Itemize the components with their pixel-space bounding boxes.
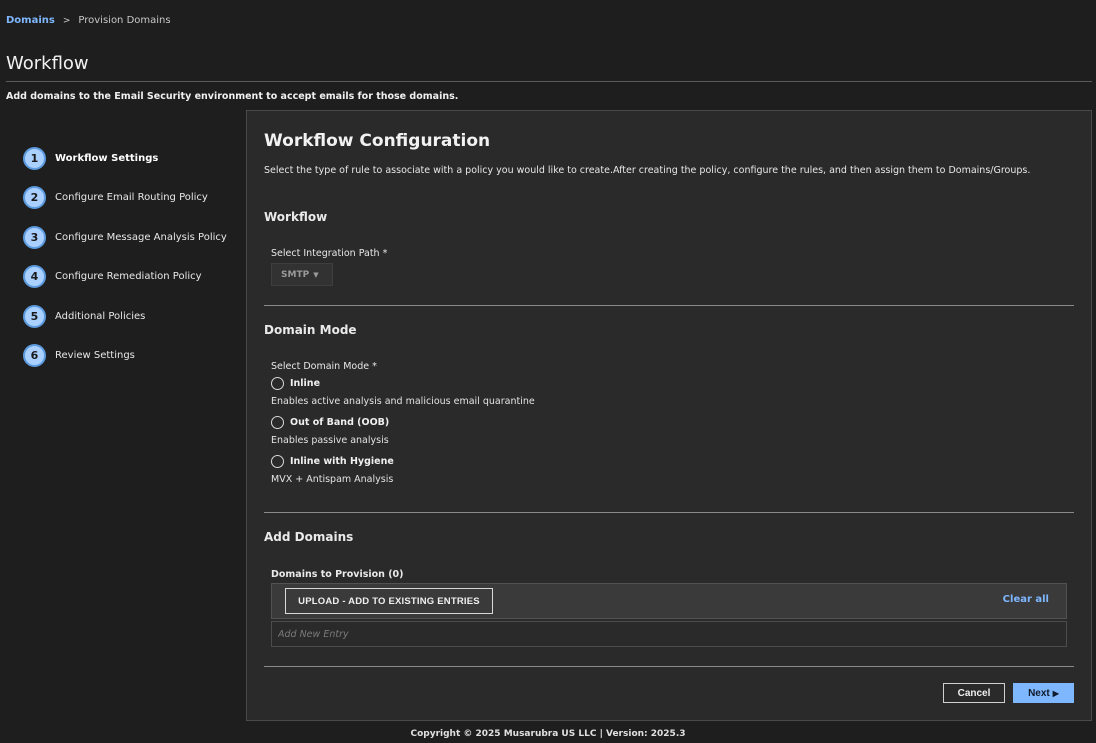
title-divider — [6, 81, 1092, 82]
step-label: Configure Message Analysis Policy — [55, 231, 227, 243]
step-message-analysis[interactable]: 3 Configure Message Analysis Policy — [23, 225, 238, 249]
chevron-right-icon: ▶ — [1052, 688, 1059, 698]
step-number: 1 — [23, 147, 46, 170]
integration-path-value: SMTP — [281, 269, 310, 280]
radio-label-oob[interactable]: Out of Band (OOB) — [290, 417, 389, 428]
chevron-down-icon: ▼ — [313, 270, 319, 279]
step-number: 3 — [23, 225, 46, 249]
step-workflow-settings[interactable]: 1 Workflow Settings — [23, 147, 238, 170]
upload-button[interactable]: UPLOAD - ADD TO EXISTING ENTRIES — [285, 588, 493, 614]
step-label: Review Settings — [55, 349, 135, 361]
panel-description: Select the type of rule to associate wit… — [264, 165, 1031, 176]
domain-mode-inline-option[interactable]: Inline — [271, 377, 320, 390]
step-label: Additional Policies — [55, 310, 146, 322]
step-number: 4 — [23, 265, 46, 289]
cancel-button[interactable]: Cancel — [943, 683, 1005, 703]
step-email-routing[interactable]: 2 Configure Email Routing Policy — [23, 186, 238, 210]
workflow-stepper: 1 Workflow Settings 2 Configure Email Ro… — [23, 147, 238, 383]
radio-label-hygiene[interactable]: Inline with Hygiene — [290, 456, 394, 467]
workflow-configuration-panel: Workflow Configuration Select the type o… — [246, 110, 1092, 721]
panel-title: Workflow Configuration — [264, 131, 491, 151]
inline-description: Enables active analysis and malicious em… — [271, 396, 535, 407]
breadcrumb: Domains > Provision Domains — [6, 15, 171, 26]
oob-description: Enables passive analysis — [271, 435, 389, 446]
next-button[interactable]: Next ▶ — [1013, 683, 1074, 703]
page-title: Workflow — [6, 53, 89, 74]
section-divider — [264, 512, 1074, 513]
integration-path-select[interactable]: SMTP ▼ — [271, 263, 333, 286]
clear-all-link[interactable]: Clear all — [1003, 594, 1049, 605]
radio-hygiene[interactable] — [271, 455, 284, 468]
domain-mode-section-title: Domain Mode — [264, 323, 357, 337]
integration-path-label: Select Integration Path * — [271, 248, 388, 259]
step-number: 2 — [23, 186, 46, 210]
next-button-label: Next — [1028, 687, 1050, 699]
hygiene-description: MVX + Antispam Analysis — [271, 474, 394, 485]
domain-mode-oob-option[interactable]: Out of Band (OOB) — [271, 416, 389, 429]
step-additional-policies[interactable]: 5 Additional Policies — [23, 304, 238, 328]
workflow-section-title: Workflow — [264, 210, 328, 224]
section-divider — [264, 666, 1074, 667]
domain-mode-hygiene-option[interactable]: Inline with Hygiene — [271, 455, 394, 468]
section-divider — [264, 305, 1074, 306]
breadcrumb-current: Provision Domains — [78, 15, 171, 26]
step-review-settings[interactable]: 6 Review Settings — [23, 343, 238, 367]
step-label: Configure Email Routing Policy — [55, 192, 208, 204]
domains-to-provision-label: Domains to Provision (0) — [271, 569, 404, 580]
step-label: Workflow Settings — [55, 153, 159, 164]
step-number: 5 — [23, 304, 46, 328]
step-remediation[interactable]: 4 Configure Remediation Policy — [23, 265, 238, 289]
add-domains-section-title: Add Domains — [264, 530, 354, 544]
step-label: Configure Remediation Policy — [55, 271, 202, 283]
domains-toolbar: UPLOAD - ADD TO EXISTING ENTRIES Clear a… — [271, 583, 1067, 619]
domain-mode-label: Select Domain Mode * — [271, 361, 377, 372]
breadcrumb-domains-link[interactable]: Domains — [6, 15, 55, 26]
footer-copyright: Copyright © 2025 Musarubra US LLC | Vers… — [410, 729, 686, 739]
radio-inline[interactable] — [271, 377, 284, 390]
step-number: 6 — [23, 343, 46, 367]
radio-label-inline[interactable]: Inline — [290, 378, 320, 389]
radio-oob[interactable] — [271, 416, 284, 429]
add-new-entry-input[interactable] — [271, 621, 1067, 647]
breadcrumb-separator: > — [62, 15, 71, 26]
page-description: Add domains to the Email Security enviro… — [6, 91, 459, 102]
